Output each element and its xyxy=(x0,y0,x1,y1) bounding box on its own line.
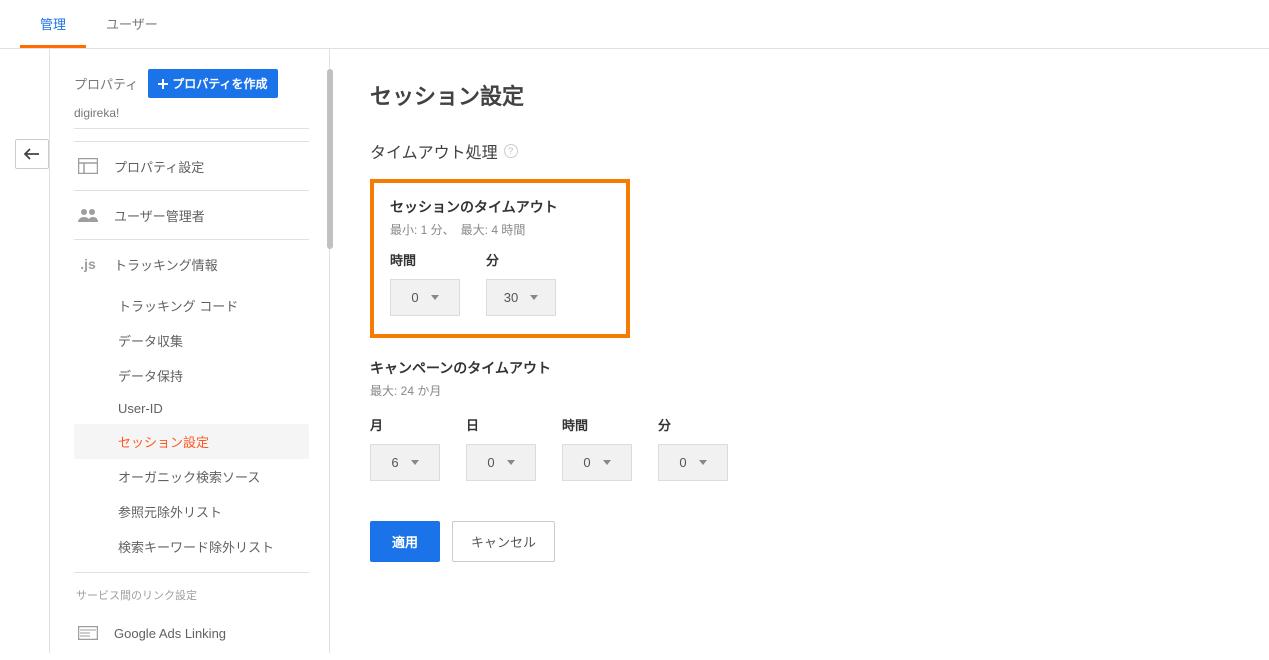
property-name[interactable]: digireka! xyxy=(74,106,309,129)
nav-property-settings[interactable]: プロパティ設定 xyxy=(74,142,309,190)
back-button[interactable] xyxy=(15,139,49,169)
create-property-label: プロパティを作成 xyxy=(172,75,267,92)
sub-session-settings[interactable]: セッション設定 xyxy=(74,424,309,459)
campaign-timeout-limits: 最大: 24 か月 xyxy=(370,382,1229,399)
sub-search-keyword-exclusion[interactable]: 検索キーワード除外リスト xyxy=(114,529,309,564)
sidebar: プロパティ プロパティを作成 digireka! プロパティ設定 ユーザー管理者 xyxy=(50,49,330,653)
top-tabs: 管理 ユーザー xyxy=(0,0,1269,49)
session-timeout-limits: 最小: 1 分、 最大: 4 時間 xyxy=(390,221,610,238)
campaign-hours-label: 時間 xyxy=(562,415,632,434)
nav-user-management-label: ユーザー管理者 xyxy=(114,206,205,225)
tab-admin[interactable]: 管理 xyxy=(20,0,86,48)
campaign-days-value: 0 xyxy=(487,455,494,470)
session-timeout-highlight: セッションのタイムアウト 最小: 1 分、 最大: 4 時間 時間 0 分 30 xyxy=(370,179,630,338)
campaign-minutes-value: 0 xyxy=(679,455,686,470)
session-timeout-heading: セッションのタイムアウト xyxy=(390,197,610,217)
back-arrow-icon xyxy=(24,148,40,160)
chevron-down-icon xyxy=(411,460,419,465)
session-minutes-select[interactable]: 30 xyxy=(486,279,556,316)
nav-user-management[interactable]: ユーザー管理者 xyxy=(74,191,309,239)
campaign-timeout-heading: キャンペーンのタイムアウト xyxy=(370,358,1229,378)
campaign-days-select[interactable]: 0 xyxy=(466,444,536,481)
session-hours-value: 0 xyxy=(411,290,418,305)
sub-tracking-code[interactable]: トラッキング コード xyxy=(114,288,309,323)
timeout-heading-text: タイムアウト処理 xyxy=(370,139,498,163)
nav-google-ads-linking-label: Google Ads Linking xyxy=(114,626,226,641)
chevron-down-icon xyxy=(431,295,439,300)
campaign-months-select[interactable]: 6 xyxy=(370,444,440,481)
sub-user-id[interactable]: User-ID xyxy=(114,393,309,424)
main-content: セッション設定 タイムアウト処理 ? セッションのタイムアウト 最小: 1 分、… xyxy=(330,49,1269,653)
tab-user[interactable]: ユーザー xyxy=(86,0,178,48)
campaign-minutes-select[interactable]: 0 xyxy=(658,444,728,481)
layout-icon xyxy=(76,156,100,176)
chevron-down-icon xyxy=(603,460,611,465)
page-title: セッション設定 xyxy=(370,79,1229,111)
tracking-sublist: トラッキング コード データ収集 データ保持 User-ID セッション設定 オ… xyxy=(74,288,309,572)
nav-tracking-info-label: トラッキング情報 xyxy=(114,255,218,274)
back-column xyxy=(0,49,50,653)
users-icon xyxy=(76,205,100,225)
sub-referral-exclusion[interactable]: 参照元除外リスト xyxy=(114,494,309,529)
campaign-hours-value: 0 xyxy=(583,455,590,470)
session-minutes-label: 分 xyxy=(486,250,556,269)
plus-icon xyxy=(158,79,168,89)
nav-property-settings-label: プロパティ設定 xyxy=(114,157,204,176)
session-minutes-value: 30 xyxy=(504,290,518,305)
card-icon xyxy=(76,623,100,643)
session-hours-label: 時間 xyxy=(390,250,460,269)
apply-button[interactable]: 適用 xyxy=(370,521,440,562)
campaign-months-value: 6 xyxy=(391,455,398,470)
nav-tracking-info[interactable]: .js トラッキング情報 xyxy=(74,240,309,288)
help-icon[interactable]: ? xyxy=(504,144,518,158)
nav-google-ads-linking[interactable]: Google Ads Linking xyxy=(74,613,309,653)
chevron-down-icon xyxy=(699,460,707,465)
campaign-hours-select[interactable]: 0 xyxy=(562,444,632,481)
campaign-minutes-label: 分 xyxy=(658,415,728,434)
js-icon: .js xyxy=(76,254,100,274)
chevron-down-icon xyxy=(507,460,515,465)
service-link-title: サービス間のリンク設定 xyxy=(74,572,309,613)
cancel-button[interactable]: キャンセル xyxy=(452,521,555,562)
scrollbar-thumb[interactable] xyxy=(327,69,333,249)
create-property-button[interactable]: プロパティを作成 xyxy=(148,69,277,98)
campaign-days-label: 日 xyxy=(466,415,536,434)
campaign-months-label: 月 xyxy=(370,415,440,434)
sub-data-collection[interactable]: データ収集 xyxy=(114,323,309,358)
chevron-down-icon xyxy=(530,295,538,300)
sub-organic-search[interactable]: オーガニック検索ソース xyxy=(114,459,309,494)
property-label: プロパティ xyxy=(74,74,138,93)
timeout-heading: タイムアウト処理 ? xyxy=(370,139,1229,163)
session-hours-select[interactable]: 0 xyxy=(390,279,460,316)
sub-data-retention[interactable]: データ保持 xyxy=(114,358,309,393)
